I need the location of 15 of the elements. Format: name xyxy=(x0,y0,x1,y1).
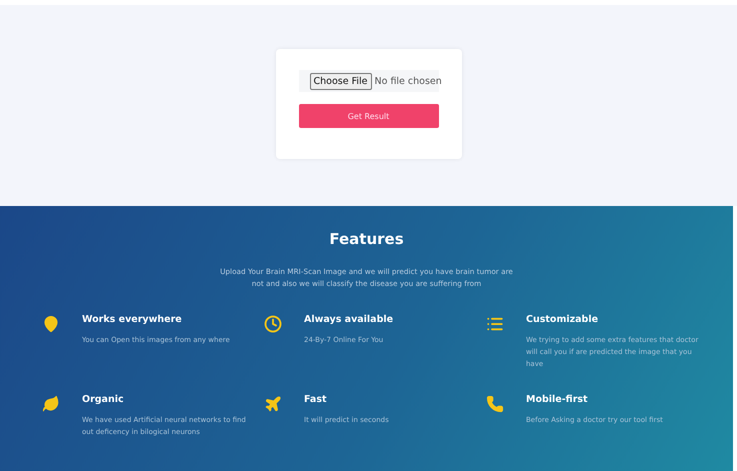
feature-title: Fast xyxy=(304,394,328,405)
map-pin-icon xyxy=(42,315,60,333)
feature-title: Works everywhere xyxy=(82,314,183,325)
leaf-icon xyxy=(42,395,60,413)
phone-icon xyxy=(486,395,504,413)
file-input[interactable]: Choose File No file chosen xyxy=(298,70,438,92)
list-icon xyxy=(486,315,504,333)
feature-title: Customizable xyxy=(526,314,600,325)
airplane-icon xyxy=(264,395,282,413)
feature-title: Always available xyxy=(304,314,394,325)
feature-title: Organic xyxy=(82,394,125,405)
feature-title: Mobile-first xyxy=(526,394,589,405)
choose-file-button[interactable]: Choose File xyxy=(310,72,372,90)
clock-icon xyxy=(264,315,282,333)
section-title: Features xyxy=(329,230,404,248)
